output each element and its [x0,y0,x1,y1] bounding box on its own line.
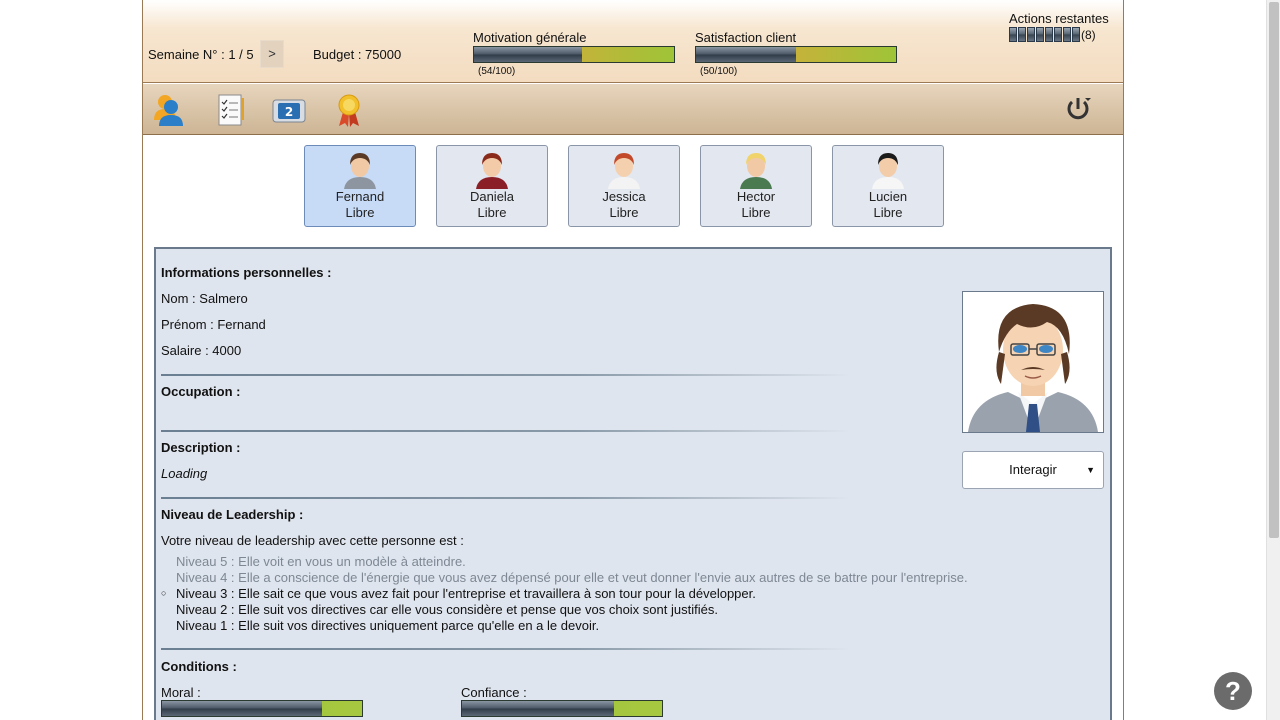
employee-status: Libre [477,205,507,220]
moral-label: Moral : [161,685,201,700]
employee-avatar [736,151,776,189]
calendar-icon[interactable]: 2 [271,92,307,128]
employee-details-panel: Informations personnelles : Nom : Salmer… [154,247,1112,720]
svg-text:2: 2 [285,105,293,119]
first-name: Prénom : Fernand [161,317,266,332]
checklist-icon[interactable] [213,92,249,128]
employee-status: Libre [741,205,771,220]
employee-card-hector[interactable]: Hector Libre [700,145,812,227]
leadership-level-5: Niveau 5 : Elle voit en vous un modèle à… [176,554,466,569]
team-icon[interactable] [151,92,187,128]
interact-label: Interagir [1009,462,1057,477]
leadership-level-1: Niveau 1 : Elle suit vos directives uniq… [176,618,600,633]
remaining-actions-count: (8) [1081,27,1096,42]
divider [161,374,851,376]
action-slot [1009,27,1017,42]
motivation-bar [473,46,675,63]
action-slot [1072,27,1080,42]
employee-card-jessica[interactable]: Jessica Libre [568,145,680,227]
divider [161,497,851,499]
next-week-button[interactable]: > [260,40,284,68]
moral-bar [161,700,363,717]
satisfaction-meter: Satisfaction client (50/100) [695,30,897,77]
employee-name: Daniela [469,189,515,204]
leadership-level-2: Niveau 2 : Elle suit vos directives car … [176,602,718,617]
main-toolbar: 2 [143,84,1123,135]
leadership-level-4: Niveau 4 : Elle a conscience de l'énergi… [176,570,968,585]
confiance-bar [461,700,663,717]
employee-avatar [604,151,644,189]
employee-avatar [472,151,512,189]
remaining-actions-slots: (8) [1009,27,1109,42]
employee-avatar [340,151,380,189]
employee-card-lucien[interactable]: Lucien Libre [832,145,944,227]
action-slot [1027,27,1035,42]
action-slot [1063,27,1071,42]
interact-dropdown[interactable]: Interagir ▼ [962,451,1104,489]
last-name: Nom : Salmero [161,291,248,306]
satisfaction-value: (50/100) [700,66,738,77]
personal-info-title: Informations personnelles : [161,265,332,280]
help-button[interactable]: ? [1214,672,1252,710]
leadership-title: Niveau de Leadership : [161,507,304,522]
employee-status: Libre [345,205,375,220]
motivation-label: Motivation générale [473,30,587,45]
power-icon[interactable] [1063,94,1099,130]
remaining-actions-label: Actions restantes [1009,11,1109,26]
description-text: Loading [161,466,208,481]
motivation-value: (54/100) [478,66,516,77]
action-slot [1045,27,1053,42]
employee-avatar [868,151,908,189]
salary: Salaire : 4000 [161,343,242,358]
action-slot [1018,27,1026,42]
satisfaction-bar-fill [696,47,796,62]
employee-status: Libre [609,205,639,220]
budget-display: Budget : 75000 [313,47,402,62]
confiance-bar-fill [462,701,614,716]
employee-card-daniela[interactable]: Daniela Libre [436,145,548,227]
leadership-intro: Votre niveau de leadership avec cette pe… [161,533,464,548]
confiance-label: Confiance : [461,685,527,700]
employee-name: Fernand [335,189,385,204]
motivation-meter: Motivation générale (54/100) [473,30,675,77]
week-indicator: Semaine N° : 1 / 5 [148,47,254,62]
description-title: Description : [161,440,241,455]
action-slot [1036,27,1044,42]
award-icon[interactable] [331,92,367,128]
employee-name: Hector [736,189,776,204]
conditions-title: Conditions : [161,659,237,674]
occupation-title: Occupation : [161,384,241,399]
remaining-actions: Actions restantes (8) [1009,11,1109,42]
employee-name: Lucien [868,189,908,204]
satisfaction-label: Satisfaction client [695,30,797,45]
page-scrollbar[interactable] [1266,0,1280,720]
employee-name: Jessica [602,189,646,204]
employee-portrait [962,291,1104,433]
scrollbar-thumb[interactable] [1269,2,1279,538]
moral-bar-fill [162,701,322,716]
satisfaction-bar [695,46,897,63]
divider [161,430,851,432]
motivation-bar-fill [474,47,582,62]
header-bar: Semaine N° : 1 / 5 > Budget : 75000 Moti… [143,0,1123,83]
leadership-level-3: Niveau 3 : Elle sait ce que vous avez fa… [176,586,756,601]
action-slot [1054,27,1062,42]
chevron-down-icon: ▼ [1086,465,1095,475]
divider [161,648,851,650]
employee-card-fernand[interactable]: Fernand Libre [304,145,416,227]
current-level-bullet-icon: ○ [161,588,167,598]
employee-status: Libre [873,205,903,220]
